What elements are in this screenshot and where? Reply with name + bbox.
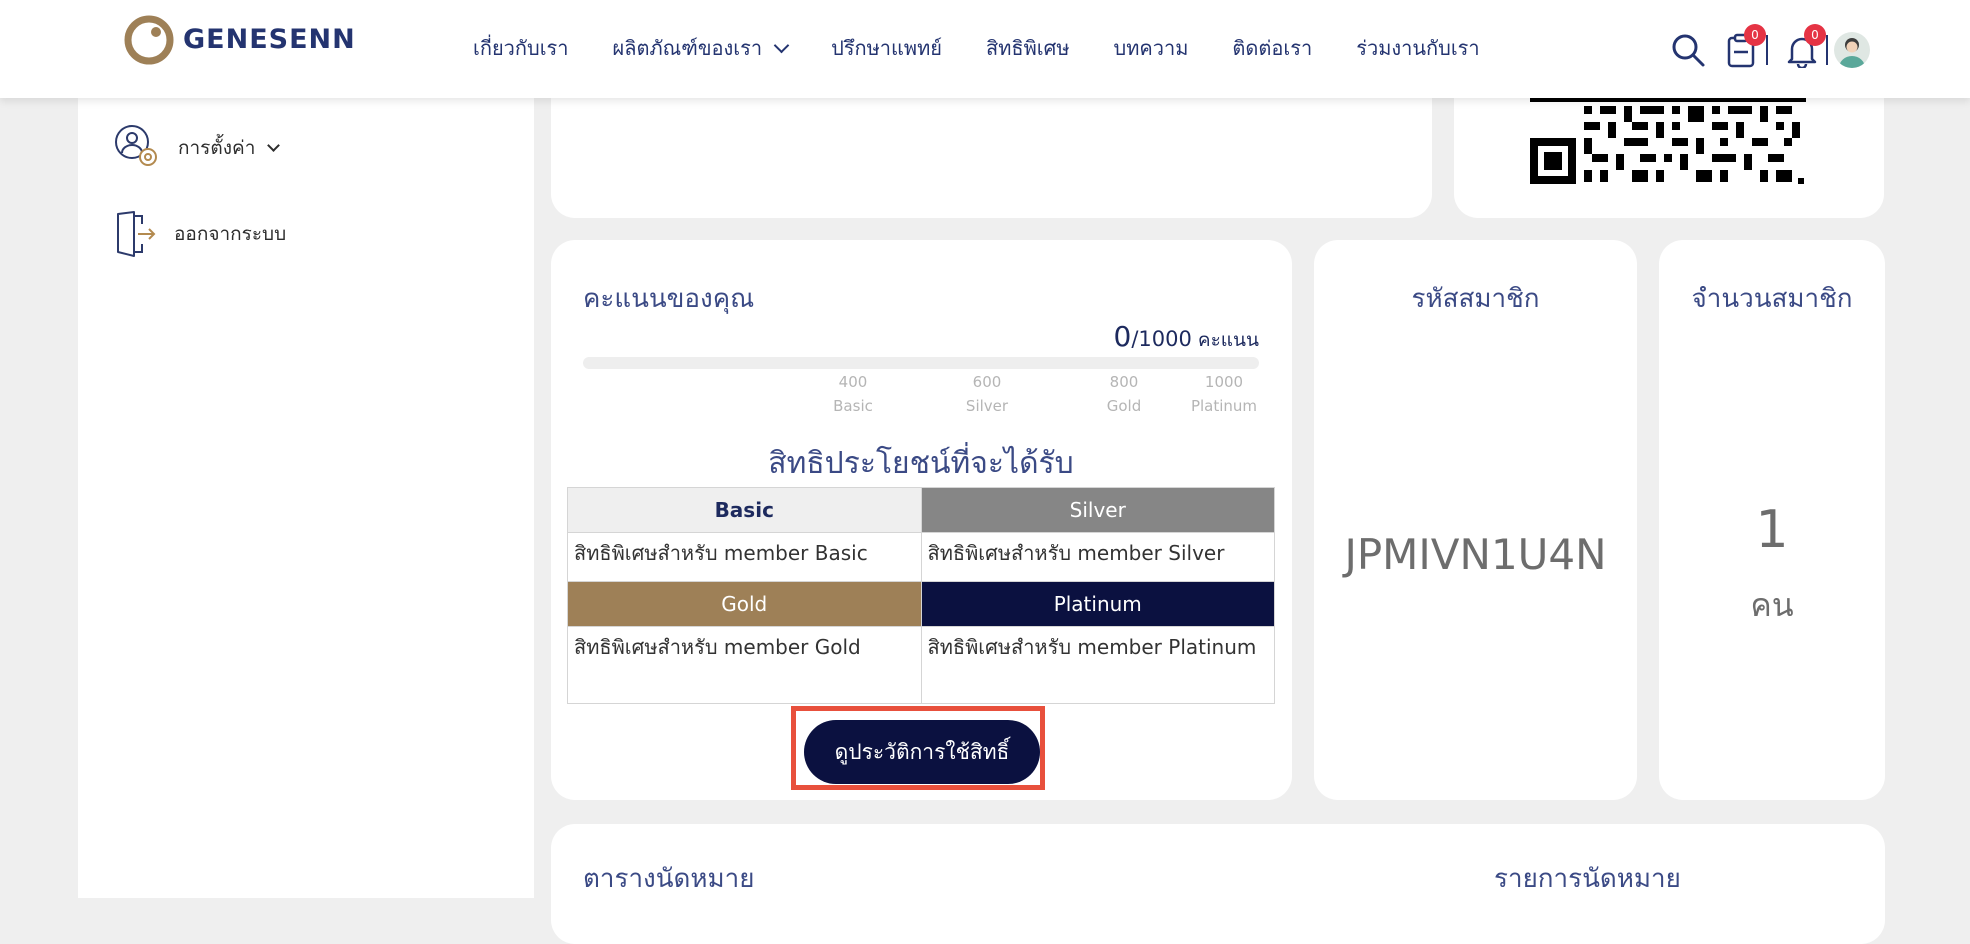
tier-gold-header: Gold (567, 581, 922, 627)
cart-badge: 0 (1744, 24, 1766, 46)
logo-mark-icon (123, 13, 175, 65)
notification-badge: 0 (1804, 24, 1826, 46)
points-counter: 0 /1000 คะแนน (1114, 320, 1260, 355)
sidebar-item-settings[interactable]: การตั้งค่า (114, 124, 281, 172)
appointments-list-title: รายการนัดหมาย (1494, 864, 1681, 894)
member-code-value: JPMIVN1U4N (1344, 530, 1607, 579)
tier-basic-desc: สิทธิพิเศษสำหรับ member Basic (567, 532, 922, 582)
benefits-title: สิทธิประโยชน์ที่จะได้รับ (768, 446, 1074, 481)
points-title: คะแนนของคุณ (583, 284, 755, 314)
header-icons: 0 0 (1670, 24, 1870, 72)
appointments-title: ตารางนัดหมาย (583, 864, 755, 894)
tier-silver-header: Silver (920, 487, 1275, 533)
tier-silver-desc: สิทธิพิเศษสำหรับ member Silver (920, 532, 1275, 582)
member-count-value: 1 (1755, 500, 1789, 560)
nav-products-label: ผลิตภัณฑ์ของเรา (612, 36, 763, 60)
search-icon[interactable] (1670, 32, 1706, 68)
points-current: 0 (1113, 320, 1132, 353)
points-total: /1000 (1131, 327, 1192, 351)
nav-about[interactable]: เกี่ยวกับเรา (473, 32, 569, 64)
qr-code-icon (1530, 98, 1806, 184)
nav-careers[interactable]: ร่วมงานกับเรา (1356, 32, 1479, 64)
tick-1000: 1000 Platinum (1190, 373, 1258, 415)
nav-products[interactable]: ผลิตภัณฑ์ของเรา (612, 32, 790, 64)
divider (1766, 35, 1768, 65)
logout-icon (117, 211, 156, 257)
nav-contact[interactable]: ติดต่อเรา (1232, 32, 1312, 64)
nav-consult[interactable]: ปรึกษาแพทย์ (831, 32, 942, 64)
member-count-title: จำนวนสมาชิก (1691, 284, 1853, 314)
divider (1826, 35, 1828, 65)
chevron-down-icon (773, 37, 790, 53)
tick-400: 400 Basic (833, 373, 873, 415)
benefits-table: Basic Silver สิทธิพิเศษสำหรับ member Bas… (567, 487, 1275, 704)
member-code-card (1314, 240, 1637, 800)
tick-800: 800 Gold (1106, 373, 1142, 415)
sidebar-item-label: การตั้งค่า (178, 137, 256, 159)
avatar[interactable] (1834, 32, 1870, 68)
tier-gold-desc: สิทธิพิเศษสำหรับ member Gold (567, 626, 922, 704)
cart-button[interactable]: 0 (1724, 24, 1766, 68)
points-progress-bar (583, 357, 1259, 369)
view-history-button[interactable]: ดูประวัติการใช้สิทธิ์ (804, 720, 1040, 784)
tier-platinum-desc: สิทธิพิเศษสำหรับ member Platinum (920, 626, 1275, 704)
chevron-down-icon (267, 138, 281, 152)
tier-basic-header: Basic (567, 487, 922, 533)
points-unit: คะแนน (1197, 329, 1259, 351)
notification-button[interactable]: 0 (1784, 24, 1826, 70)
main-nav: เกี่ยวกับเรา ผลิตภัณฑ์ของเรา ปรึกษาแพทย์… (473, 32, 1524, 64)
sidebar: การตั้งค่า ออกจากระบบ (78, 98, 534, 898)
sidebar-item-label: ออกจากระบบ (174, 223, 287, 245)
user-settings-icon (115, 125, 157, 166)
tier-platinum-header: Platinum (920, 581, 1275, 627)
nav-privileges[interactable]: สิทธิพิเศษ (986, 32, 1070, 64)
member-code-title: รหัสสมาชิก (1411, 284, 1540, 314)
member-count-unit: คน (1750, 586, 1794, 624)
logo[interactable]: GENESENN (123, 12, 356, 66)
sidebar-item-logout[interactable]: ออกจากระบบ (114, 210, 286, 258)
tick-600: 600 Silver (965, 373, 1009, 415)
top-header: GENESENN เกี่ยวกับเรา ผลิตภัณฑ์ของเรา ปร… (0, 0, 1970, 98)
logo-text: GENESENN (183, 23, 356, 55)
nav-articles[interactable]: บทความ (1114, 32, 1189, 64)
